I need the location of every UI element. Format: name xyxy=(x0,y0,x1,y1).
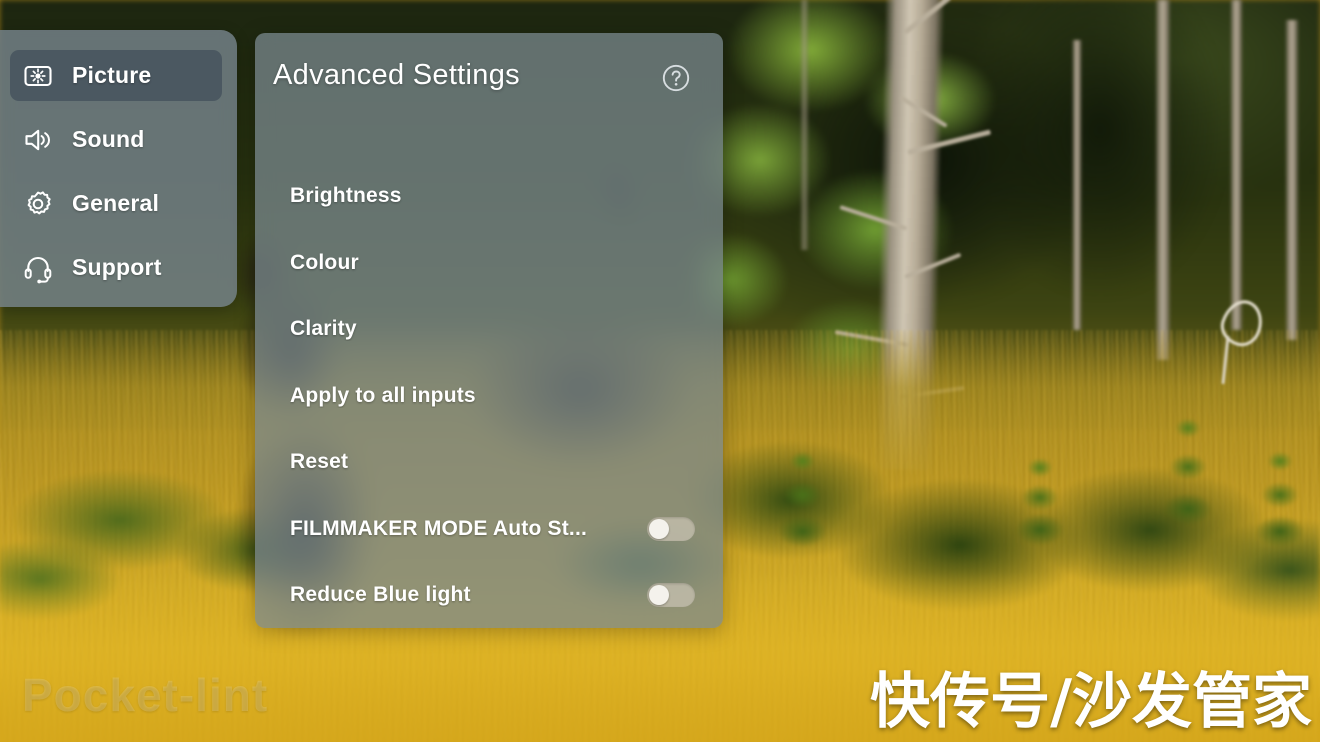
advanced-settings-panel: Advanced Settings Brightness Colour Clar… xyxy=(255,33,723,628)
settings-sidebar: Picture Sound General Support xyxy=(0,30,237,307)
option-label: Reset xyxy=(290,450,349,474)
background-trunk xyxy=(1285,20,1299,340)
toggle-knob xyxy=(649,585,669,606)
option-label: Clarity xyxy=(290,317,357,341)
background-sapling xyxy=(760,430,845,560)
brightness-screen-icon xyxy=(22,60,54,92)
background-sapling xyxy=(1005,440,1075,555)
background-sapling xyxy=(1140,392,1236,542)
option-row-apply-to-all-inputs[interactable]: Apply to all inputs xyxy=(255,363,723,430)
option-label: Reduce Blue light xyxy=(290,583,471,607)
reduce-blue-light-toggle[interactable] xyxy=(647,583,695,608)
option-row-reduce-blue-light[interactable]: Reduce Blue light xyxy=(255,562,723,628)
option-label: FILMMAKER MODE Auto St... xyxy=(290,516,588,540)
background-trunk xyxy=(1072,40,1082,330)
page-title: Advanced Settings xyxy=(273,59,520,91)
sidebar-item-picture[interactable]: Picture xyxy=(10,50,222,101)
option-label: Brightness xyxy=(290,184,402,208)
sidebar-item-sound[interactable]: Sound xyxy=(10,114,222,165)
speaker-icon xyxy=(22,124,54,156)
option-row-brightness[interactable]: Brightness xyxy=(255,163,723,230)
background-trunk xyxy=(800,0,809,250)
option-label: Colour xyxy=(290,250,359,274)
help-circle-icon[interactable] xyxy=(661,63,691,93)
sidebar-item-general[interactable]: General xyxy=(10,178,222,229)
background-trunk xyxy=(1230,0,1243,330)
option-row-reset[interactable]: Reset xyxy=(255,429,723,496)
sidebar-item-support[interactable]: Support xyxy=(10,242,222,293)
sidebar-item-label: Support xyxy=(72,254,162,280)
filmmaker-mode-toggle[interactable] xyxy=(647,516,695,541)
option-row-clarity[interactable]: Clarity xyxy=(255,296,723,363)
settings-option-list: Brightness Colour Clarity Apply to all i… xyxy=(255,163,723,628)
sidebar-item-label: General xyxy=(72,190,160,216)
option-row-filmmaker-mode-auto-start[interactable]: FILMMAKER MODE Auto St... xyxy=(255,496,723,563)
sidebar-item-label: Sound xyxy=(72,126,145,152)
background-sapling xyxy=(1240,430,1320,560)
gear-icon xyxy=(22,188,54,220)
channel-watermark: 快传号/沙发管家 xyxy=(870,667,1312,737)
background-trunk xyxy=(1155,0,1171,360)
headset-icon xyxy=(22,252,54,284)
option-row-colour[interactable]: Colour xyxy=(255,230,723,297)
toggle-knob xyxy=(649,518,669,539)
tv-screen: Picture Sound General Support Advanced S… xyxy=(0,0,1320,742)
sidebar-item-label: Picture xyxy=(72,62,152,88)
option-label: Apply to all inputs xyxy=(290,383,476,407)
